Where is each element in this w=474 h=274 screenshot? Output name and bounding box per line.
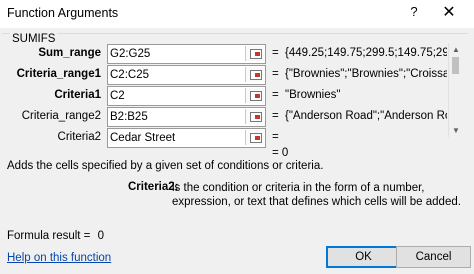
scroll-down-icon[interactable]: ▼ bbox=[452, 126, 460, 135]
equals-sign: = bbox=[272, 47, 279, 59]
cancel-button[interactable]: Cancel bbox=[396, 246, 471, 268]
argument-field[interactable] bbox=[107, 128, 266, 148]
function-result: = 0 bbox=[272, 147, 289, 159]
argument-input[interactable] bbox=[110, 109, 240, 124]
argument-field[interactable] bbox=[107, 44, 266, 64]
argument-row-criteria-range2: Criteria_range2 = {"Anderson Road";"Ande… bbox=[0, 107, 474, 127]
arguments-scrollbar[interactable]: ▲ ▼ bbox=[448, 43, 462, 137]
close-icon[interactable]: ✕ bbox=[436, 2, 462, 24]
equals-sign: = bbox=[272, 89, 279, 101]
collapse-dialog-icon[interactable] bbox=[245, 46, 264, 61]
scroll-up-icon[interactable]: ▲ bbox=[452, 45, 460, 54]
argument-field[interactable] bbox=[107, 86, 266, 106]
formula-result-label: Formula result = bbox=[7, 230, 91, 242]
equals-sign: = bbox=[272, 110, 279, 122]
collapse-dialog-icon[interactable] bbox=[245, 130, 264, 145]
help-link[interactable]: Help on this function bbox=[7, 252, 111, 264]
argument-value: {449.25;149.75;299.5;149.75;299.5;149. bbox=[285, 47, 447, 59]
formula-result-value: 0 bbox=[97, 230, 105, 242]
argument-row-criteria2: Criteria2 = bbox=[0, 128, 474, 148]
scroll-thumb[interactable] bbox=[452, 57, 459, 74]
argument-label: Criteria2 bbox=[57, 131, 101, 143]
equals-sign: = bbox=[272, 131, 279, 143]
argument-row-sum-range: Sum_range = {449.25;149.75;299.5;149.75;… bbox=[0, 44, 474, 64]
argument-input[interactable] bbox=[110, 46, 240, 61]
argument-field[interactable] bbox=[107, 65, 266, 85]
argument-input[interactable] bbox=[110, 130, 240, 145]
equals-sign: = bbox=[272, 68, 279, 80]
argument-row-criteria1: Criteria1 = "Brownies" bbox=[0, 86, 474, 106]
collapse-dialog-icon[interactable] bbox=[245, 88, 264, 103]
dialog-title: Function Arguments bbox=[7, 6, 119, 20]
ok-button[interactable]: OK bbox=[326, 246, 401, 268]
argument-label: Criteria_range1 bbox=[16, 68, 101, 80]
argument-value: {"Anderson Road";"Anderson Road";"A bbox=[285, 110, 447, 122]
argument-value: {"Brownies";"Brownies";"Croissants";" bbox=[285, 68, 447, 80]
argument-description-name: Criteria2: bbox=[128, 181, 179, 193]
help-icon[interactable]: ? bbox=[406, 4, 422, 19]
argument-label: Criteria_range2 bbox=[21, 110, 101, 122]
collapse-dialog-icon[interactable] bbox=[245, 67, 264, 82]
formula-result: Formula result = 0 bbox=[7, 230, 104, 242]
argument-label: Criteria1 bbox=[54, 89, 101, 101]
argument-input[interactable] bbox=[110, 67, 240, 82]
argument-row-criteria-range1: Criteria_range1 = {"Brownies";"Brownies"… bbox=[0, 65, 474, 85]
function-description: Adds the cells specified by a given set … bbox=[7, 160, 324, 172]
argument-field[interactable] bbox=[107, 107, 266, 127]
argument-description-text: is the condition or criteria in the form… bbox=[172, 182, 461, 208]
argument-label: Sum_range bbox=[38, 47, 101, 59]
argument-value: "Brownies" bbox=[285, 89, 341, 101]
collapse-dialog-icon[interactable] bbox=[245, 109, 264, 124]
title-bar: Function Arguments ? ✕ bbox=[0, 0, 474, 28]
argument-input[interactable] bbox=[110, 88, 240, 103]
